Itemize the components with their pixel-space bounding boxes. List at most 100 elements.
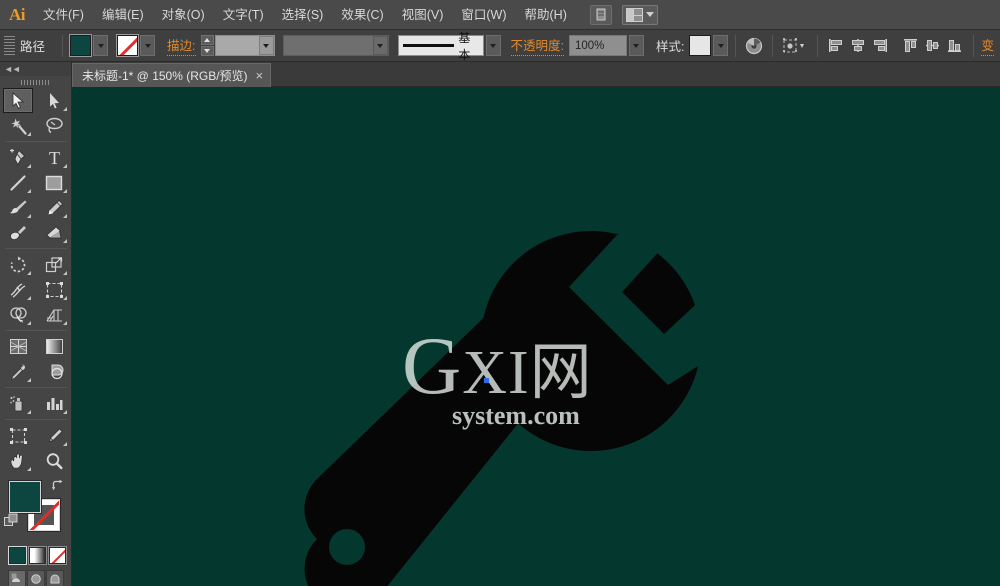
- align-bottom-icon[interactable]: [944, 35, 966, 57]
- control-bar-grip[interactable]: [4, 35, 15, 56]
- chevron-down-icon: [645, 12, 654, 17]
- artboard[interactable]: G XI网 system.com: [72, 87, 1000, 586]
- bridge-icon[interactable]: [589, 4, 612, 25]
- document-tab-bar: 未标题-1* @ 150% (RGB/预览) ×: [0, 62, 1000, 87]
- menu-effect[interactable]: 效果(C): [332, 0, 392, 30]
- align-left-icon[interactable]: [825, 35, 847, 57]
- stepper-up-icon[interactable]: [200, 35, 214, 45]
- gradient-mode-icon[interactable]: [28, 546, 47, 565]
- color-mode-row: [0, 543, 71, 565]
- tool-eyedropper[interactable]: [3, 359, 33, 384]
- fill-swatch[interactable]: [69, 34, 93, 57]
- recolor-artwork-icon[interactable]: [743, 35, 765, 57]
- menu-object[interactable]: 对象(O): [153, 0, 214, 30]
- graphic-style-dropdown[interactable]: [713, 35, 729, 56]
- stroke-weight-control[interactable]: [200, 35, 275, 56]
- document-tab-title: 未标题-1* @ 150% (RGB/预览): [82, 69, 248, 83]
- align-top-icon[interactable]: [900, 35, 922, 57]
- tool-lasso[interactable]: [39, 113, 69, 138]
- select-similar-objects-icon[interactable]: [780, 35, 810, 57]
- stepper-down-icon[interactable]: [200, 46, 214, 56]
- graphic-style-swatch[interactable]: [689, 35, 712, 56]
- tools-panel-header[interactable]: ◄◄: [0, 62, 71, 76]
- variable-width-profile-select[interactable]: [282, 35, 389, 56]
- align-right-icon[interactable]: [869, 35, 891, 57]
- menu-view[interactable]: 视图(V): [393, 0, 453, 30]
- fill-control[interactable]: [69, 34, 109, 57]
- opacity-input[interactable]: 100%: [568, 35, 627, 56]
- document-tab[interactable]: 未标题-1* @ 150% (RGB/预览) ×: [72, 63, 272, 87]
- tool-pen[interactable]: [3, 145, 33, 170]
- divider: [5, 419, 67, 420]
- selected-anchor-point[interactable]: [484, 378, 489, 383]
- screen-mode-row: [0, 564, 71, 586]
- tool-symbol-sprayer[interactable]: [3, 391, 33, 416]
- menu-file[interactable]: 文件(F): [34, 0, 93, 30]
- tool-pencil[interactable]: [39, 195, 69, 220]
- tool-magic-wand[interactable]: [3, 113, 33, 138]
- variable-width-dropdown[interactable]: [372, 36, 388, 55]
- screen-normal-icon[interactable]: [8, 570, 26, 586]
- tool-direct-selection[interactable]: [39, 88, 69, 113]
- brush-stroke-preview-icon: [402, 44, 455, 47]
- stroke-weight-stepper[interactable]: [200, 35, 214, 56]
- transform-label[interactable]: 变: [981, 35, 994, 56]
- tool-slice[interactable]: [39, 423, 69, 448]
- swap-fill-stroke-icon[interactable]: [51, 479, 64, 497]
- opacity-dropdown[interactable]: [628, 35, 644, 56]
- tool-shape-builder[interactable]: [3, 302, 33, 327]
- stroke-label[interactable]: 描边:: [167, 35, 196, 56]
- tool-zoom[interactable]: [39, 448, 69, 473]
- divider: [5, 387, 67, 388]
- tool-type[interactable]: T: [39, 145, 69, 170]
- tool-rotate[interactable]: [3, 252, 33, 277]
- tool-selection[interactable]: [3, 88, 33, 113]
- opacity-label[interactable]: 不透明度:: [510, 35, 564, 56]
- menu-select[interactable]: 选择(S): [273, 0, 333, 30]
- stroke-weight-dropdown[interactable]: [258, 36, 274, 55]
- stroke-color-dropdown-button[interactable]: [140, 35, 156, 56]
- fill-swatch-large[interactable]: [9, 481, 41, 513]
- divider: [817, 34, 819, 57]
- color-mode-icon[interactable]: [8, 546, 27, 565]
- menu-edit[interactable]: 编辑(E): [93, 0, 153, 30]
- tool-hand[interactable]: [3, 448, 33, 473]
- menu-window[interactable]: 窗口(W): [452, 0, 515, 30]
- opacity-value: 100%: [574, 39, 605, 52]
- brush-definition-dropdown[interactable]: [485, 35, 501, 56]
- tool-blend[interactable]: [39, 359, 69, 384]
- tool-artboard[interactable]: [3, 423, 33, 448]
- arrange-glyph-icon: [625, 7, 643, 22]
- tool-scale[interactable]: [39, 252, 69, 277]
- tool-line-segment[interactable]: [3, 170, 33, 195]
- tool-eraser[interactable]: [39, 220, 69, 245]
- none-mode-icon[interactable]: [48, 546, 67, 565]
- tool-column-graph[interactable]: [39, 391, 69, 416]
- close-icon[interactable]: ×: [256, 69, 264, 82]
- stroke-none-swatch[interactable]: [116, 34, 140, 57]
- stroke-color-control[interactable]: [116, 34, 156, 57]
- tool-perspective-grid[interactable]: [39, 302, 69, 327]
- menu-help[interactable]: 帮助(H): [516, 0, 576, 30]
- tools-panel-grip[interactable]: [0, 76, 71, 88]
- wrench-path[interactable]: [72, 87, 1000, 586]
- tool-paintbrush[interactable]: [3, 195, 33, 220]
- tool-free-transform[interactable]: [39, 277, 69, 302]
- screen-fullmenu-icon[interactable]: [27, 570, 45, 586]
- canvas-area[interactable]: G XI网 system.com: [72, 87, 1000, 586]
- collapse-panel-icon[interactable]: ◄◄: [4, 64, 21, 74]
- align-center-vertical-icon[interactable]: [922, 35, 944, 57]
- tool-mesh[interactable]: [3, 334, 33, 359]
- default-fill-stroke-icon[interactable]: [4, 513, 19, 533]
- fill-dropdown-button[interactable]: [93, 35, 109, 56]
- tool-rectangle[interactable]: [39, 170, 69, 195]
- brush-definition-select[interactable]: 基本: [397, 31, 484, 61]
- arrange-documents-icon[interactable]: [621, 4, 658, 25]
- tool-gradient[interactable]: [39, 334, 69, 359]
- tool-blob-brush[interactable]: [3, 220, 33, 245]
- tool-width[interactable]: [3, 277, 33, 302]
- align-center-horizontal-icon[interactable]: [847, 35, 869, 57]
- stroke-weight-input[interactable]: [214, 35, 275, 56]
- menu-type[interactable]: 文字(T): [214, 0, 273, 30]
- screen-full-icon[interactable]: [46, 570, 64, 586]
